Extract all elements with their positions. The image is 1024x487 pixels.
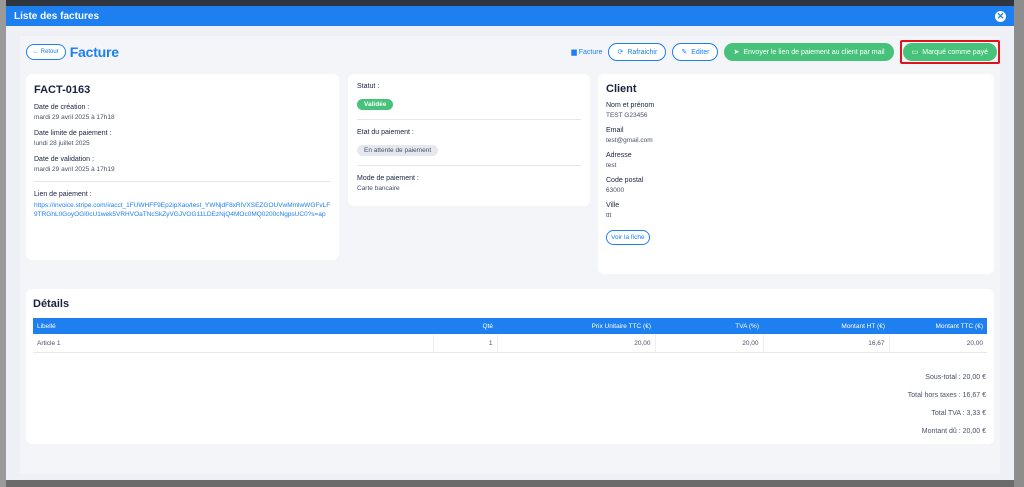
column-header: Montant HT (€) [763, 318, 889, 334]
amount-due: Montant dû : 20,00 € [921, 428, 986, 435]
divider [357, 119, 581, 120]
name-value: TEST G23456 [606, 112, 648, 119]
invoice-info-card: FACT-0163 Date de création : mardi 29 av… [26, 74, 339, 260]
status-badge: Validée [357, 99, 394, 110]
divider [34, 181, 331, 182]
subtotal: Sous-total : 20,00 € [925, 374, 986, 381]
postal-code-label: Code postal [606, 177, 644, 184]
client-card: Client Nom et prénom TEST G23456 Email t… [598, 74, 994, 274]
table-cell: 1 [433, 334, 498, 353]
pencil-icon: ✎ [681, 49, 688, 56]
city-value: ttt [606, 212, 612, 219]
send-payment-link-label: Envoyer le lien de paiement au client pa… [743, 48, 885, 56]
payment-mode-value: Carte bancaire [357, 185, 400, 192]
modal-title: Liste des factures [14, 10, 100, 22]
invoice-modal: Liste des factures ✕ ← Retour Facture ▆ … [6, 6, 1014, 480]
modal-header: Liste des factures ✕ [6, 6, 1014, 26]
total-tva: Total TVA : 3,33 € [931, 410, 986, 417]
column-header: Libellé [33, 318, 433, 334]
highlight-box: ▭ Marqué comme payé [899, 40, 1000, 64]
document-icon: ▆ [571, 49, 577, 56]
payment-state-badge: En attente de paiement [357, 145, 439, 156]
details-title: Détails [33, 298, 70, 310]
page-title: Facture [69, 44, 119, 60]
table-header-row: Libellé Qté Prix Unitaire TTC (€) TVA (%… [33, 318, 987, 334]
column-header: Montant TTC (€) [889, 318, 987, 334]
totals: Sous-total : 20,00 € Total hors taxes : … [686, 369, 986, 441]
view-client-button[interactable]: Voir la fiche [606, 230, 650, 245]
send-payment-link-button[interactable]: ➤ Envoyer le lien de paiement au client … [724, 43, 894, 61]
toolbar-actions: ▆ Facture ⟳ Rafraichir ✎ Editer ➤ Envoye… [571, 40, 1000, 64]
column-header: Prix Unitaire TTC (€) [497, 318, 655, 334]
status-label: Statut : [357, 83, 380, 90]
mark-paid-label: Marqué comme payé [922, 48, 988, 56]
refresh-icon: ⟳ [617, 49, 624, 56]
address-label: Adresse [606, 152, 632, 159]
details-table: Libellé Qté Prix Unitaire TTC (€) TVA (%… [33, 318, 987, 353]
table-cell: 20,00 [497, 334, 656, 353]
divider [357, 165, 581, 166]
column-header: TVA (%) [655, 318, 763, 334]
due-date-value: lundi 28 juillet 2025 [34, 140, 90, 147]
client-title: Client [606, 83, 637, 95]
refresh-button[interactable]: ⟳ Rafraichir [608, 43, 667, 61]
creation-date-label: Date de création : [34, 104, 90, 111]
due-date-label: Date limite de paiement : [34, 130, 112, 137]
table-cell: Article 1 [33, 334, 434, 353]
table-cell: 20,00 [889, 334, 987, 353]
refresh-label: Rafraichir [627, 48, 658, 56]
name-label: Nom et prénom [606, 102, 655, 109]
creation-date-value: mardi 29 avril 2025 à 17h18 [34, 114, 115, 121]
validation-date-value: mardi 29 avril 2025 à 17h19 [34, 166, 115, 173]
table-cell: 16,67 [763, 334, 890, 353]
invoice-number: FACT-0163 [34, 84, 91, 96]
total-ht: Total hors taxes : 16,67 € [907, 392, 986, 399]
payment-state-label: Etat du paiement : [357, 129, 414, 136]
validation-date-label: Date de validation : [34, 156, 94, 163]
details-card: Détails Libellé Qté Prix Unitaire TTC (€… [26, 289, 994, 444]
table-cell: 20,00 [655, 334, 764, 353]
payment-link-label: Lien de paiement : [34, 191, 92, 198]
edit-label: Editer [691, 48, 710, 56]
back-button[interactable]: ← Retour [26, 44, 66, 60]
payment-link[interactable]: https://invoice.stripe.com/i/acct_1FUWHF… [34, 201, 331, 219]
close-icon[interactable]: ✕ [995, 10, 1006, 22]
city-label: Ville [606, 202, 620, 209]
money-icon: ▭ [911, 49, 919, 56]
edit-button[interactable]: ✎ Editer [672, 43, 719, 61]
postal-code-value: 63000 [606, 187, 625, 194]
email-value: test@gmail.com [606, 137, 653, 144]
background-right-edge [1014, 0, 1024, 487]
payment-mode-label: Mode de paiement : [357, 175, 419, 182]
toolbar: ← Retour Facture ▆ Facture ⟳ Rafraichir … [26, 40, 1000, 64]
address-value: test [606, 162, 617, 169]
modal-content: ← Retour Facture ▆ Facture ⟳ Rafraichir … [20, 36, 1000, 474]
column-header: Qté [433, 318, 497, 334]
status-card: Statut : Validée Etat du paiement : En a… [348, 74, 590, 206]
mark-paid-button[interactable]: ▭ Marqué comme payé [902, 43, 997, 61]
table-row: Article 1 1 20,00 20,00 16,67 20,00 [33, 334, 987, 353]
send-icon: ➤ [733, 49, 740, 56]
email-label: Email [606, 127, 624, 134]
facture-link-label: Facture [578, 48, 603, 56]
facture-link[interactable]: ▆ Facture [571, 48, 603, 57]
